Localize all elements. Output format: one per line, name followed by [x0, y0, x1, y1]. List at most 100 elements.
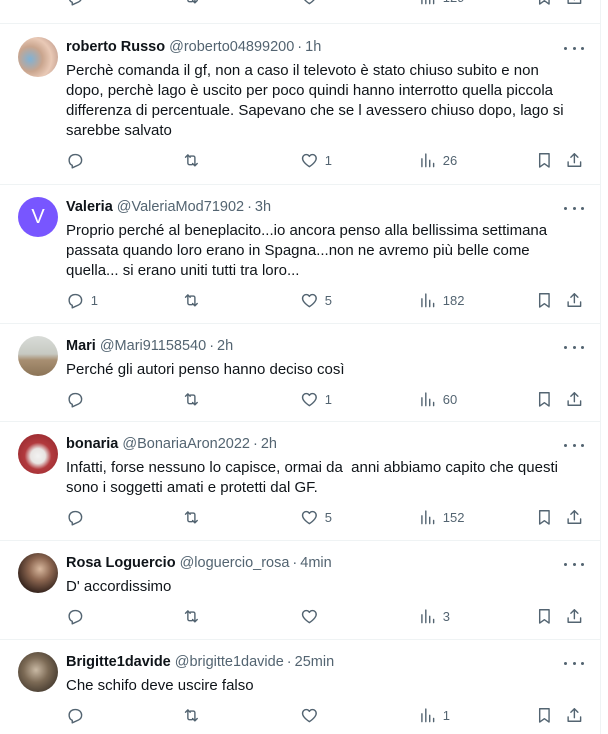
share-button[interactable]	[565, 508, 584, 527]
more-icon[interactable]	[564, 342, 584, 352]
views-button[interactable]: 129	[418, 0, 464, 7]
reply-button[interactable]	[66, 607, 91, 626]
bookmark-button[interactable]	[535, 508, 554, 527]
like-count: 5	[324, 509, 332, 525]
avatar[interactable]	[18, 336, 58, 376]
tweet-roberto-russo[interactable]: roberto Russo @roberto04899200 · 1h Perc…	[0, 25, 600, 185]
author-name[interactable]: Valeria	[66, 199, 113, 215]
avatar[interactable]	[18, 434, 58, 474]
share-button[interactable]	[565, 390, 584, 409]
more-icon[interactable]	[564, 559, 584, 569]
retweet-button[interactable]	[182, 291, 207, 310]
timestamp[interactable]: 2h	[261, 436, 277, 452]
retweet-button[interactable]	[182, 390, 207, 409]
timestamp[interactable]: 2h	[217, 338, 233, 354]
views-icon	[421, 510, 435, 525]
column-border	[600, 0, 601, 734]
author-handle[interactable]: @BonariaAron2022	[122, 436, 250, 452]
views-button[interactable]: 1	[418, 706, 450, 725]
author-handle[interactable]: @loguercio_rosa	[180, 555, 290, 571]
timestamp[interactable]: 1h	[305, 39, 321, 55]
tweet-text: Perchè comanda il gf, non a caso il tele…	[66, 62, 568, 139]
views-icon	[421, 708, 435, 723]
author-name[interactable]: bonaria	[66, 436, 118, 452]
bookmark-icon	[538, 392, 550, 407]
like-button[interactable]: 5	[300, 291, 332, 310]
bookmark-button[interactable]	[535, 607, 554, 626]
views-button[interactable]: 26	[418, 151, 457, 170]
bookmark-icon	[538, 609, 550, 624]
share-button[interactable]	[565, 151, 584, 170]
bookmark-icon	[538, 293, 550, 308]
author-handle[interactable]: @roberto04899200	[169, 39, 294, 55]
like-button[interactable]	[300, 607, 325, 626]
tweet-bonaria[interactable]: bonaria @BonariaAron2022 · 2h Infatti, f…	[0, 422, 600, 541]
reply-button[interactable]	[66, 0, 85, 7]
bookmark-button[interactable]	[535, 151, 554, 170]
share-button[interactable]	[565, 291, 584, 310]
views-count: 182	[442, 292, 465, 308]
more-icon[interactable]	[564, 658, 584, 668]
like-icon	[301, 609, 317, 624]
avatar[interactable]: V	[18, 197, 58, 237]
timestamp[interactable]: 3h	[255, 199, 271, 215]
tweet-mari[interactable]: Mari @Mari91158540 · 2h Perché gli autor…	[0, 324, 600, 422]
views-count: 60	[442, 391, 458, 407]
author-name[interactable]: Rosa Loguercio	[66, 555, 176, 571]
views-icon	[421, 153, 435, 168]
share-button[interactable]	[565, 607, 584, 626]
views-button[interactable]: 152	[418, 508, 464, 527]
retweet-button[interactable]	[182, 151, 207, 170]
like-button[interactable]: 5	[300, 508, 332, 527]
retweet-button[interactable]	[182, 706, 207, 725]
share-icon	[567, 609, 582, 623]
reply-icon	[68, 153, 83, 169]
retweet-button[interactable]	[182, 607, 207, 626]
more-icon[interactable]	[564, 440, 584, 450]
timestamp[interactable]: 25min	[295, 654, 335, 670]
share-button[interactable]	[565, 706, 584, 725]
retweet-button[interactable]	[182, 0, 201, 7]
avatar[interactable]	[18, 553, 58, 593]
retweet-button[interactable]	[182, 508, 207, 527]
reply-button[interactable]: 1	[66, 291, 98, 310]
bookmark-button[interactable]	[535, 0, 554, 7]
share-icon	[567, 708, 582, 722]
views-icon	[421, 392, 435, 407]
bookmark-button[interactable]	[535, 390, 554, 409]
retweet-icon	[184, 709, 198, 722]
tweet-rosa-loguercio[interactable]: Rosa Loguercio @loguercio_rosa · 4min D'…	[0, 541, 600, 640]
avatar[interactable]	[18, 37, 58, 77]
views-button[interactable]: 182	[418, 291, 464, 310]
author-handle[interactable]: @ValeriaMod71902	[117, 199, 244, 215]
tweet-brigitte1davide[interactable]: Brigitte1davide @brigitte1davide · 25min…	[0, 640, 600, 734]
views-button[interactable]: 3	[418, 607, 450, 626]
reply-button[interactable]	[66, 706, 91, 725]
timestamp[interactable]: 4min	[300, 555, 331, 571]
share-icon	[567, 153, 582, 167]
like-button[interactable]	[300, 0, 319, 7]
like-button[interactable]: 1	[300, 390, 332, 409]
like-icon	[301, 153, 317, 168]
reply-button[interactable]	[66, 390, 91, 409]
tweet-valeria[interactable]: V Valeria @ValeriaMod71902 · 3h Proprio …	[0, 185, 600, 324]
reply-button[interactable]	[66, 508, 91, 527]
reply-icon	[68, 392, 83, 408]
share-button[interactable]	[565, 0, 584, 7]
author-handle[interactable]: @Mari91158540	[100, 338, 206, 354]
like-button[interactable]	[300, 706, 325, 725]
author-name[interactable]: Mari	[66, 338, 96, 354]
like-button[interactable]: 1	[300, 151, 332, 170]
author-handle[interactable]: @brigitte1davide	[175, 654, 284, 670]
views-button[interactable]: 60	[418, 390, 457, 409]
bookmark-button[interactable]	[535, 706, 554, 725]
like-count: 1	[324, 152, 332, 168]
author-name[interactable]: Brigitte1davide	[66, 654, 171, 670]
bookmark-button[interactable]	[535, 291, 554, 310]
reply-button[interactable]	[66, 151, 91, 170]
more-icon[interactable]	[564, 43, 584, 53]
tweet-text: Che schifo deve uscire falso	[66, 677, 254, 694]
author-name[interactable]: roberto Russo	[66, 39, 165, 55]
avatar[interactable]	[18, 652, 58, 692]
more-icon[interactable]	[564, 203, 584, 213]
